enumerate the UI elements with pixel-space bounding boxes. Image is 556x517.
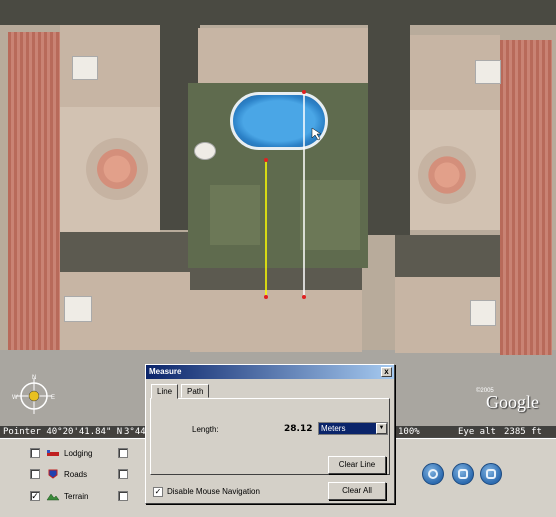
layer-checkbox[interactable]: ✓ <box>30 491 40 501</box>
app-window: N W E ©2005 Google Pointer 40°20'41.84" … <box>0 0 556 517</box>
measure-endpoint[interactable] <box>264 158 268 162</box>
tab-path[interactable]: Path <box>181 384 210 398</box>
layer-terrain[interactable]: ✓ Terrain <box>30 488 88 504</box>
compass-icon[interactable]: N W E <box>12 374 56 418</box>
measure-endpoint[interactable] <box>302 90 306 94</box>
disable-navigation-checkbox[interactable]: ✓ <box>153 487 163 497</box>
layer-label: Roads <box>64 469 88 479</box>
zoom-icon[interactable] <box>480 463 502 485</box>
length-value: 28.12 <box>284 424 313 434</box>
measure-dialog: Measure x Line Path Length: 28.12 Meters… <box>145 364 395 504</box>
layer-checkbox[interactable] <box>30 448 40 458</box>
clear-line-button[interactable]: Clear Line <box>328 456 386 474</box>
layer-checkbox[interactable] <box>118 491 128 501</box>
unit-select[interactable]: Meters ▼ <box>318 422 388 435</box>
rotate-icon[interactable] <box>422 463 444 485</box>
eye-alt-label: Eye alt <box>458 427 496 437</box>
disable-navigation-label: Disable Mouse Navigation <box>167 487 260 496</box>
pointer-coordinates: Pointer 40°20'41.84" N <box>3 427 123 437</box>
svg-text:E: E <box>51 395 55 401</box>
tilt-icon[interactable] <box>452 463 474 485</box>
eye-alt-value: 2385 ft <box>504 427 542 437</box>
bed-icon <box>47 450 59 456</box>
unit-selected: Meters <box>321 424 346 433</box>
measure-endpoint[interactable] <box>264 295 268 299</box>
road-shield-icon <box>48 469 58 479</box>
layer-label: Terrain <box>64 491 89 501</box>
dialog-titlebar[interactable]: Measure x <box>146 365 394 379</box>
chevron-down-icon[interactable]: ▼ <box>376 423 387 434</box>
pointer-longitude: 3°44 <box>124 427 146 437</box>
google-logo: Google <box>486 392 539 412</box>
layer-checkbox[interactable] <box>118 469 128 479</box>
layer-label: Lodging <box>64 448 93 458</box>
mountain-icon <box>46 493 60 501</box>
length-label: Length: <box>192 425 219 434</box>
svg-text:N: N <box>32 375 36 381</box>
dialog-title: Measure <box>149 367 182 376</box>
layer-checkbox[interactable] <box>118 448 128 458</box>
layer-lodging[interactable]: Lodging <box>30 445 92 461</box>
mouse-cursor-icon <box>311 127 322 141</box>
layer-roads[interactable]: Roads <box>30 466 87 482</box>
clear-all-button[interactable]: Clear All <box>328 482 386 500</box>
close-button[interactable]: x <box>381 367 392 377</box>
layer-checkbox[interactable] <box>30 469 40 479</box>
svg-text:W: W <box>12 395 18 401</box>
zoom-percent: 100% <box>398 427 420 437</box>
measure-endpoint[interactable] <box>302 295 306 299</box>
tab-line[interactable]: Line <box>151 384 179 399</box>
